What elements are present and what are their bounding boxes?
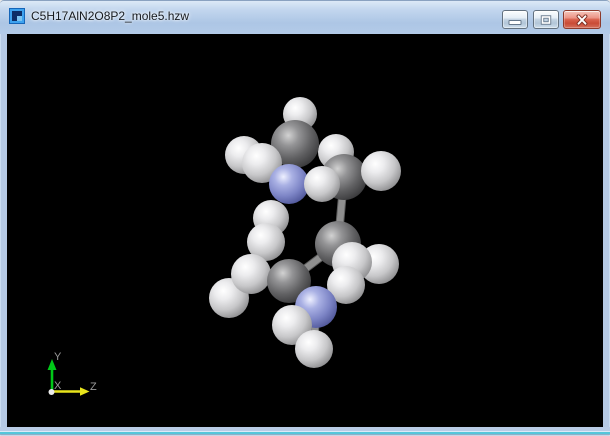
- atom-h[interactable]: [304, 166, 340, 202]
- restore-icon: [540, 14, 552, 25]
- atom-h[interactable]: [361, 151, 401, 191]
- render-viewport[interactable]: Y Z X: [7, 34, 603, 428]
- close-icon: [576, 14, 588, 25]
- axis-x-label: X: [54, 380, 62, 392]
- close-button[interactable]: [563, 10, 601, 29]
- restore-button[interactable]: [533, 10, 559, 29]
- axis-z-arrowhead: [80, 387, 90, 396]
- molecule-svg: Y Z X: [47, 97, 401, 396]
- atom-h[interactable]: [295, 330, 333, 368]
- atom-n[interactable]: [269, 164, 309, 204]
- window-controls: [502, 10, 601, 29]
- axis-z-label: Z: [90, 381, 97, 393]
- app-icon-notch: [17, 16, 22, 21]
- axis-y-label: Y: [54, 351, 62, 363]
- minimize-button[interactable]: [502, 10, 528, 29]
- window-title: C5H17AlN2O8P2_mole5.hzw: [31, 9, 190, 23]
- axis-gizmo: Y Z X: [47, 351, 97, 396]
- atom-h[interactable]: [231, 254, 271, 294]
- app-icon[interactable]: [9, 8, 25, 24]
- molecule: [209, 97, 401, 368]
- minimize-icon: [508, 20, 522, 25]
- viewer-window: C5H17AlN2O8P2_mole5.hzw Y Z X: [0, 0, 610, 436]
- window-bottom-frame: [0, 427, 610, 436]
- title-bar[interactable]: C5H17AlN2O8P2_mole5.hzw: [0, 1, 610, 34]
